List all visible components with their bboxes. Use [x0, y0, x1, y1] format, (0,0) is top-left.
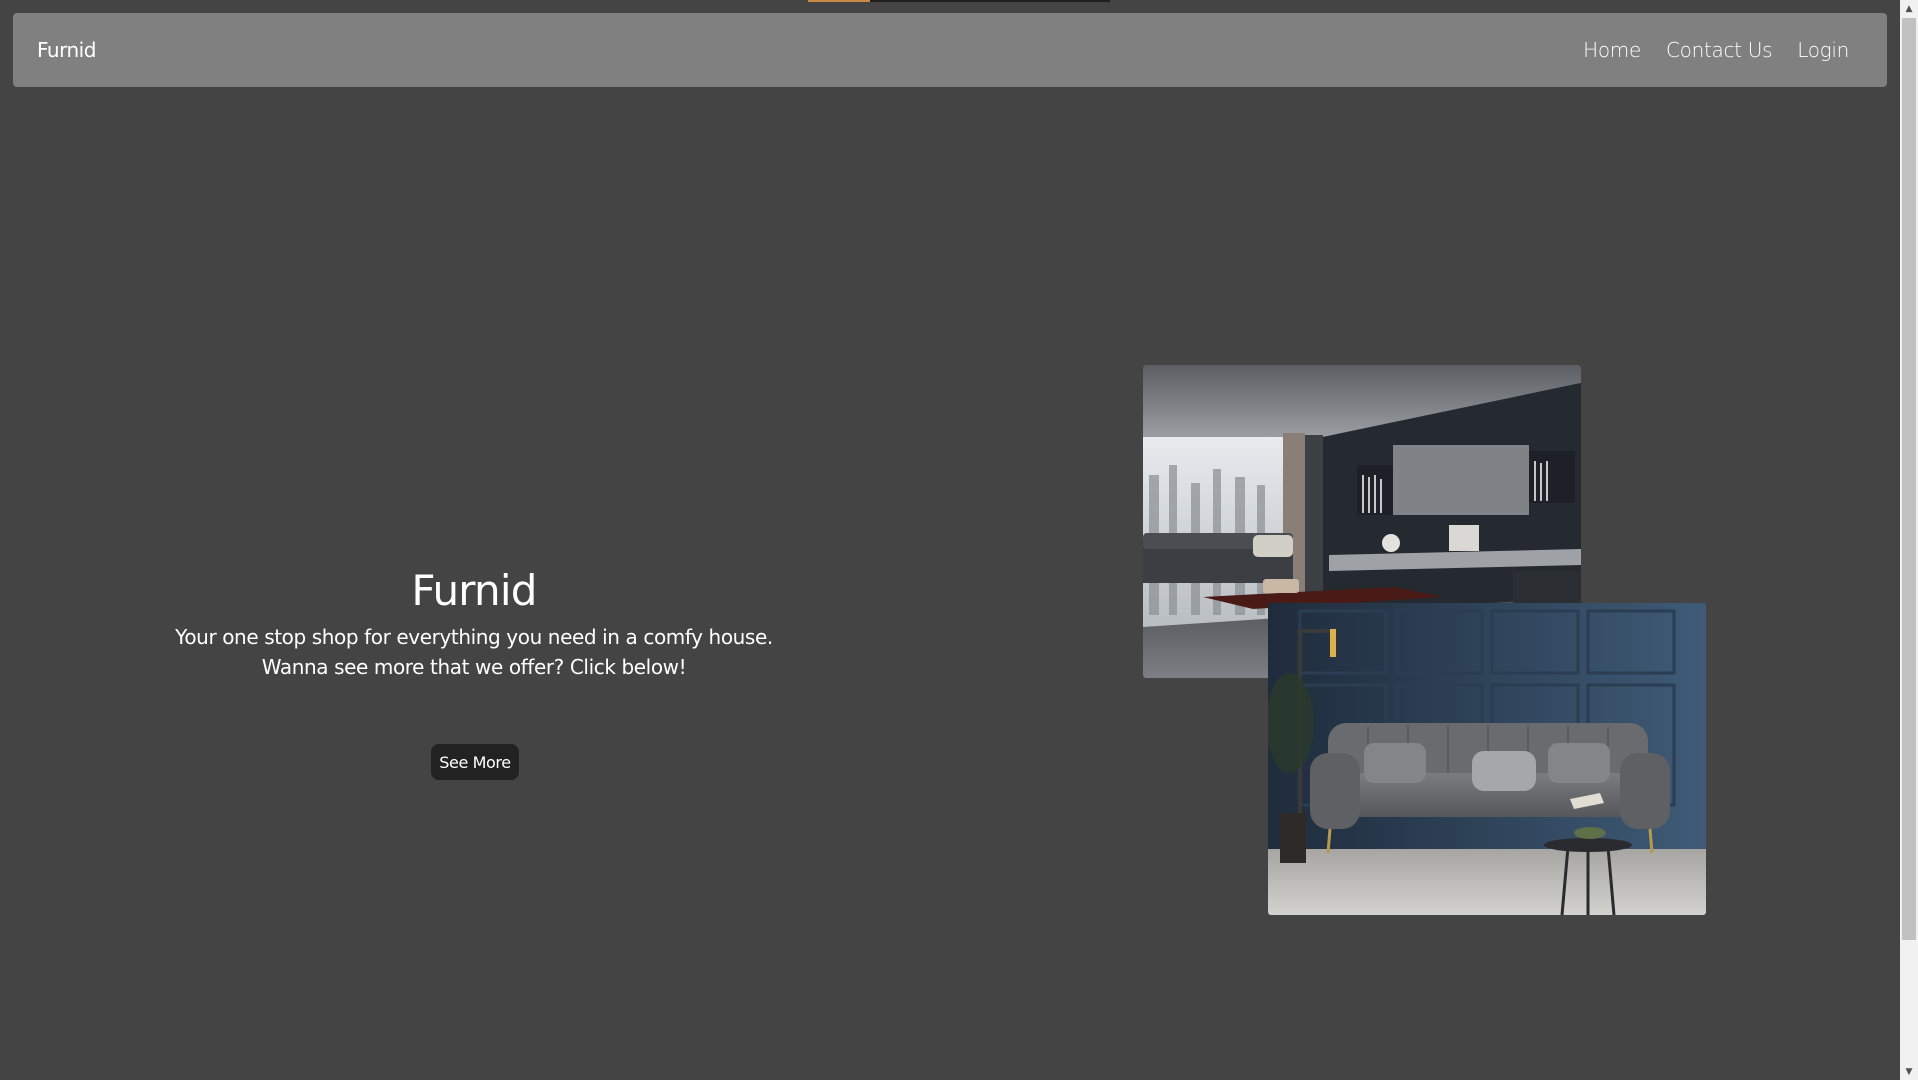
vertical-scrollbar[interactable]: ▲ ▼ — [1900, 0, 1918, 1080]
grey-sofa-photo — [1268, 603, 1706, 915]
scroll-up-icon[interactable]: ▲ — [1900, 0, 1918, 17]
navbar: Furnid Home Contact Us Login — [13, 13, 1887, 87]
nav-link-home[interactable]: Home — [1583, 38, 1641, 62]
scrollbar-thumb[interactable] — [1902, 18, 1916, 940]
hero-subtitle-line-1: Your one stop shop for everything you ne… — [175, 625, 773, 649]
hero-subtitle-line-2: Wanna see more that we offer? Click belo… — [261, 655, 687, 679]
hero-section: Furnid Your one stop shop for everything… — [0, 560, 948, 682]
nav-link-login[interactable]: Login — [1797, 38, 1849, 62]
see-more-button[interactable]: See More — [431, 744, 519, 780]
page: Furnid Home Contact Us Login Furnid Your… — [0, 0, 1900, 1080]
hero-title: Furnid — [411, 566, 537, 615]
navbar-brand[interactable]: Furnid — [37, 38, 96, 62]
top-strip-accent — [808, 0, 870, 2]
top-loading-strip — [808, 0, 1110, 2]
nav-link-contact-us[interactable]: Contact Us — [1666, 38, 1773, 62]
nav-links: Home Contact Us Login — [1583, 38, 1849, 62]
scroll-down-icon[interactable]: ▼ — [1900, 1063, 1918, 1080]
